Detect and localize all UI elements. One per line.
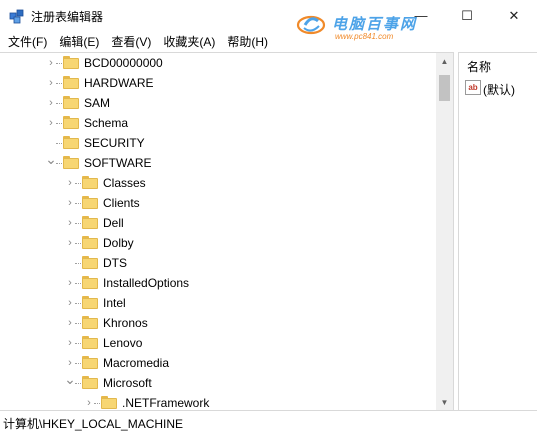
chevron-right-icon[interactable]: › bbox=[65, 337, 75, 349]
tree-node-label: Dolby bbox=[103, 236, 134, 250]
menu-edit[interactable]: 编辑(E) bbox=[53, 33, 105, 50]
folder-icon bbox=[82, 196, 98, 209]
chevron-down-icon[interactable]: ⌄ bbox=[45, 151, 57, 167]
tree-node-label: BCD00000000 bbox=[84, 56, 163, 70]
folder-icon bbox=[82, 176, 98, 189]
minimize-button[interactable]: — bbox=[398, 0, 444, 31]
tree-node-label: Classes bbox=[103, 176, 146, 190]
maximize-button[interactable]: ☐ bbox=[444, 0, 490, 31]
folder-icon bbox=[82, 356, 98, 369]
tree-node[interactable]: › Khronos bbox=[0, 313, 436, 333]
tree-node-label: DTS bbox=[103, 256, 127, 270]
status-bar: 计算机\HKEY_LOCAL_MACHINE bbox=[0, 410, 537, 432]
folder-icon bbox=[82, 276, 98, 289]
menu-favorites[interactable]: 收藏夹(A) bbox=[157, 33, 221, 50]
chevron-right-icon[interactable]: › bbox=[65, 177, 75, 189]
folder-icon bbox=[63, 136, 79, 149]
tree-node[interactable]: ⌄ Microsoft bbox=[0, 371, 436, 393]
tree-node-label: .NETFramework bbox=[122, 396, 210, 410]
folder-icon bbox=[82, 296, 98, 309]
chevron-right-icon[interactable]: › bbox=[65, 297, 75, 309]
tree-node-label: SAM bbox=[84, 96, 111, 110]
registry-tree[interactable]: › BCD00000000 › HARDWARE › SAM › Schema SECURITY… bbox=[0, 52, 454, 410]
menu-view[interactable]: 查看(V) bbox=[105, 33, 157, 50]
menu-file[interactable]: 文件(F) bbox=[2, 33, 53, 50]
maximize-icon: ☐ bbox=[461, 7, 473, 23]
folder-icon bbox=[63, 56, 79, 69]
tree-node[interactable]: › Classes bbox=[0, 173, 436, 193]
tree-node-label: Lenovo bbox=[103, 336, 143, 350]
tree-node-label: Microsoft bbox=[103, 376, 152, 390]
tree-node[interactable]: › BCD00000000 bbox=[0, 53, 436, 73]
tree-node-label: Khronos bbox=[103, 316, 148, 330]
tree-node[interactable]: › Clients bbox=[0, 193, 436, 213]
folder-icon bbox=[82, 316, 98, 329]
scroll-down-icon[interactable]: ▼ bbox=[436, 394, 453, 410]
tree-node[interactable]: SECURITY bbox=[0, 133, 436, 153]
tree-scrollbar[interactable]: ▲ ▼ bbox=[436, 53, 453, 410]
tree-node-label: SOFTWARE bbox=[84, 156, 152, 170]
chevron-right-icon[interactable]: › bbox=[46, 77, 56, 89]
tree-node[interactable]: › SAM bbox=[0, 93, 436, 113]
values-pane[interactable]: 名称 ab (默认) bbox=[458, 52, 537, 410]
window-title: 注册表编辑器 bbox=[31, 10, 104, 24]
chevron-right-icon[interactable]: › bbox=[65, 197, 75, 209]
chevron-right-icon[interactable]: › bbox=[46, 117, 56, 129]
tree-node-label: HARDWARE bbox=[84, 76, 154, 90]
tree-node[interactable]: › Intel bbox=[0, 293, 436, 313]
column-header-name[interactable]: 名称 bbox=[467, 58, 491, 75]
chevron-down-icon[interactable]: ⌄ bbox=[64, 371, 76, 387]
scroll-thumb[interactable] bbox=[439, 75, 450, 101]
status-path: 计算机\HKEY_LOCAL_MACHINE bbox=[3, 417, 184, 431]
tree-node[interactable]: › Dolby bbox=[0, 233, 436, 253]
tree-node-label: Macromedia bbox=[103, 356, 170, 370]
folder-icon bbox=[63, 156, 79, 169]
menu-help[interactable]: 帮助(H) bbox=[221, 33, 274, 50]
close-button[interactable]: ✕ bbox=[491, 0, 537, 31]
folder-icon bbox=[82, 236, 98, 249]
chevron-right-icon[interactable]: › bbox=[65, 217, 75, 229]
tree-node[interactable]: › HARDWARE bbox=[0, 73, 436, 93]
tree-node-label: Clients bbox=[103, 196, 140, 210]
folder-icon bbox=[82, 216, 98, 229]
minimize-icon: — bbox=[414, 8, 428, 23]
folder-icon bbox=[82, 336, 98, 349]
menu-bar: 文件(F) 编辑(E) 查看(V) 收藏夹(A) 帮助(H) bbox=[0, 31, 537, 52]
chevron-right-icon[interactable]: › bbox=[65, 237, 75, 249]
chevron-right-icon[interactable]: › bbox=[65, 317, 75, 329]
chevron-right-icon[interactable]: › bbox=[65, 357, 75, 369]
chevron-right-icon[interactable]: › bbox=[46, 57, 56, 69]
chevron-right-icon[interactable]: › bbox=[84, 397, 94, 409]
string-value-icon: ab bbox=[465, 80, 481, 95]
folder-icon bbox=[63, 116, 79, 129]
folder-icon bbox=[82, 376, 98, 389]
tree-node-label: SECURITY bbox=[84, 136, 145, 150]
tree-node-label: InstalledOptions bbox=[103, 276, 190, 290]
registry-editor-icon bbox=[9, 9, 24, 24]
tree-node-label: Intel bbox=[103, 296, 126, 310]
folder-icon bbox=[63, 96, 79, 109]
tree-node-label: Dell bbox=[103, 216, 124, 230]
tree-node[interactable]: › Schema bbox=[0, 113, 436, 133]
folder-icon bbox=[63, 76, 79, 89]
tree-node[interactable]: DTS bbox=[0, 253, 436, 273]
tree-node[interactable]: ⌄ SOFTWARE bbox=[0, 151, 436, 173]
tree-node[interactable]: › .NETFramework bbox=[0, 393, 436, 410]
chevron-right-icon[interactable]: › bbox=[65, 277, 75, 289]
tree-node-label: Schema bbox=[84, 116, 129, 130]
value-name: (默认) bbox=[483, 83, 515, 97]
folder-icon bbox=[101, 396, 117, 409]
tree-node[interactable]: › Dell bbox=[0, 213, 436, 233]
scroll-up-icon[interactable]: ▲ bbox=[436, 53, 453, 70]
tree-node[interactable]: › InstalledOptions bbox=[0, 273, 436, 293]
chevron-right-icon[interactable]: › bbox=[46, 97, 56, 109]
folder-icon bbox=[82, 256, 98, 269]
tree-node[interactable]: › Lenovo bbox=[0, 333, 436, 353]
close-icon: ✕ bbox=[508, 7, 520, 23]
title-bar: 注册表编辑器 电脑百事网 www.pc841.com — ☐ ✕ bbox=[0, 0, 537, 41]
